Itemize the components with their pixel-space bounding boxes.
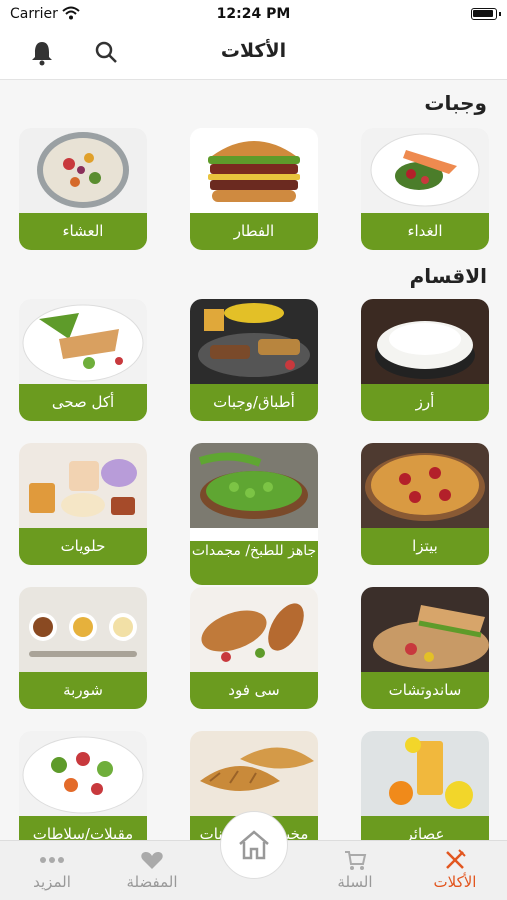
- battery-icon: [471, 8, 497, 20]
- meal-label: الفطار: [190, 213, 318, 250]
- category-card-sandwiches[interactable]: ساندوتشات: [361, 587, 489, 709]
- category-label: شوربة: [19, 672, 147, 709]
- salad-bowl-image: [19, 731, 147, 816]
- pizza-image: [361, 443, 489, 528]
- fork-knife-icon: [446, 849, 466, 869]
- main-content: وجبات الغداء الفطار العشاء الاقسام أرز أ…: [0, 81, 507, 841]
- dinner-salad-image: [19, 128, 147, 213]
- tab-more-label: المزيد: [33, 873, 71, 891]
- tab-cart[interactable]: السلة: [315, 847, 395, 891]
- category-card-frozen[interactable]: جاهز للطبخ/ مجمدات: [190, 443, 318, 585]
- tab-favorites[interactable]: المفضلة: [112, 847, 192, 891]
- soups-image: [19, 587, 147, 672]
- juice-image: [361, 731, 489, 816]
- top-bar: الأكلات: [0, 28, 507, 80]
- cart-icon: [345, 851, 367, 870]
- more-dots-icon: [40, 857, 64, 863]
- sandwich-image: [361, 587, 489, 672]
- category-label: ساندوتشات: [361, 672, 489, 709]
- status-bar: Carrier 12:24 PM: [0, 0, 507, 28]
- tab-cart-label: السلة: [337, 873, 373, 891]
- category-card-salads[interactable]: مقبلات/سلاطات: [19, 731, 147, 841]
- category-label: بيتزا: [361, 528, 489, 565]
- meal-card-breakfast[interactable]: الفطار: [190, 128, 318, 250]
- grill-platter-image: [190, 299, 318, 384]
- meal-label: العشاء: [19, 213, 147, 250]
- bottom-tab-bar: الأكلات السلة المفضلة المزيد: [0, 811, 507, 900]
- clock: 12:24 PM: [216, 6, 291, 22]
- rice-bowl-image: [361, 299, 489, 384]
- tab-food[interactable]: الأكلات: [415, 847, 495, 891]
- meal-card-lunch[interactable]: الغداء: [361, 128, 489, 250]
- categories-section-title: الاقسام: [409, 264, 487, 288]
- heart-icon: [141, 852, 163, 869]
- category-label: سى فود: [190, 672, 318, 709]
- peas-image: [190, 443, 318, 528]
- category-label: عصائر: [361, 816, 489, 841]
- salmon-plate-image: [361, 128, 489, 213]
- croissant-image: [190, 731, 318, 816]
- tab-food-label: الأكلات: [433, 873, 477, 891]
- category-label: جاهز للطبخ/ مجمدات: [190, 541, 318, 585]
- healthy-salad-image: [19, 299, 147, 384]
- category-card-platters[interactable]: أطباق/وجبات: [190, 299, 318, 421]
- category-card-desserts[interactable]: حلويات: [19, 443, 147, 565]
- category-label: أكل صحى: [19, 384, 147, 421]
- desserts-image: [19, 443, 147, 528]
- category-card-rice[interactable]: أرز: [361, 299, 489, 421]
- burger-image: [190, 128, 318, 213]
- category-card-pizza[interactable]: بيتزا: [361, 443, 489, 565]
- meals-section-title: وجبات: [424, 91, 487, 115]
- fish-image: [190, 587, 318, 672]
- category-label: مقبلات/سلاطات: [19, 816, 147, 841]
- home-icon: [239, 830, 269, 860]
- home-button[interactable]: [220, 811, 288, 879]
- category-card-healthy[interactable]: أكل صحى: [19, 299, 147, 421]
- category-label: أرز: [361, 384, 489, 421]
- category-card-juices[interactable]: عصائر: [361, 731, 489, 841]
- battery-tip: [499, 12, 501, 16]
- category-label: حلويات: [19, 528, 147, 565]
- page-title: الأكلات: [220, 40, 287, 62]
- category-label: أطباق/وجبات: [190, 384, 318, 421]
- tab-more[interactable]: المزيد: [12, 847, 92, 891]
- category-card-soups[interactable]: شوربة: [19, 587, 147, 709]
- meal-card-dinner[interactable]: العشاء: [19, 128, 147, 250]
- tab-favorites-label: المفضلة: [126, 873, 178, 891]
- category-card-seafood[interactable]: سى فود: [190, 587, 318, 709]
- meal-label: الغداء: [361, 213, 489, 250]
